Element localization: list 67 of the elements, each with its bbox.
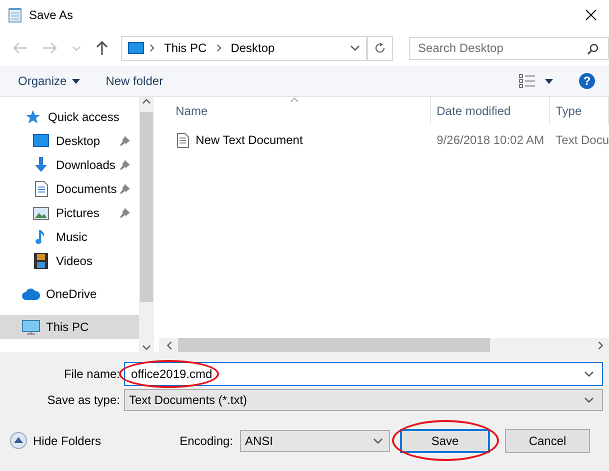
scroll-down-icon [142, 343, 151, 352]
search-field[interactable]: Search Desktop [409, 36, 609, 60]
sidebar-item[interactable]: This PC [0, 315, 139, 339]
document-icon [34, 181, 48, 197]
file-name-cell[interactable]: New Text Document [158, 132, 431, 148]
save-button[interactable]: Save [400, 428, 490, 452]
column-header[interactable]: Date modified [430, 97, 550, 124]
column-header[interactable]: Name [158, 97, 431, 124]
pin-icon [120, 136, 130, 146]
horizontal-scrollbar[interactable] [158, 338, 609, 352]
film-strip-icon [34, 253, 48, 269]
table-cell-text: 9/26/2018 10:02 AM [436, 133, 546, 147]
pin-icon [120, 160, 130, 170]
window-title: Save As [29, 8, 74, 22]
monitor-icon [33, 134, 49, 148]
pin-icon [120, 208, 130, 218]
sidebar-item[interactable]: Pictures [0, 201, 139, 225]
help-button[interactable]: ? [579, 73, 595, 89]
encoding-dropdown[interactable]: ANSI [240, 430, 390, 452]
chevron-down-icon [373, 436, 383, 446]
breadcrumb-item[interactable]: This PC [164, 41, 207, 55]
chevron-right-icon [214, 44, 223, 52]
download-arrow-icon [33, 157, 49, 173]
chevron-down-icon [584, 369, 594, 379]
up-arrow-icon[interactable] [95, 40, 109, 56]
caret-down-icon[interactable] [545, 78, 553, 84]
hide-folders-button[interactable]: Hide Folders [10, 432, 102, 449]
chevron-down-icon [584, 395, 594, 405]
field-label: File name: [62, 367, 120, 381]
toolbar-button[interactable]: New folder [98, 71, 170, 91]
sidebar-item[interactable]: Downloads [0, 153, 139, 177]
sidebar-item[interactable]: Videos [0, 249, 139, 273]
sidebar-item[interactable]: OneDrive [0, 282, 139, 306]
caret-down-icon [72, 78, 80, 84]
table-cell-text: Text Docu [554, 133, 609, 147]
scroll-right-icon [596, 340, 605, 350]
text-file-icon [176, 132, 189, 148]
monitor-icon [128, 42, 144, 54]
chevron-down-icon [350, 43, 360, 53]
picture-icon [33, 206, 49, 220]
computer-icon [22, 320, 40, 334]
scroll-up-icon [142, 97, 151, 106]
star-icon [25, 109, 41, 125]
collapse-icon [10, 432, 27, 449]
close-icon[interactable] [585, 9, 597, 21]
field-label: Save as type: [46, 393, 120, 407]
sidebar-item[interactable]: Desktop [0, 129, 139, 153]
refresh-icon[interactable] [374, 42, 386, 54]
search-icon [587, 42, 599, 54]
sidebar-item[interactable]: Music [0, 225, 139, 249]
music-note-icon [35, 229, 47, 245]
breadcrumb-item[interactable]: Desktop [230, 41, 275, 55]
scroll-left-icon [164, 340, 174, 350]
cloud-icon [22, 288, 40, 300]
sidebar-item[interactable]: Quick access [0, 105, 139, 129]
file-type-dropdown[interactable]: Text Documents (*.txt) [124, 389, 603, 411]
notepad-icon [8, 7, 22, 23]
organize-menu-button[interactable]: Organize [11, 71, 87, 91]
column-header[interactable]: Type [550, 97, 609, 124]
chevron-right-icon [148, 44, 156, 52]
view-options-icon[interactable] [519, 74, 535, 88]
vertical-scrollbar[interactable] [138, 97, 154, 352]
pin-icon [120, 184, 130, 194]
sidebar-item[interactable]: Documents [0, 177, 139, 201]
cancel-button[interactable]: Cancel [505, 428, 590, 452]
address-bar[interactable]: This PC Desktop [121, 36, 367, 60]
field-label: Encoding: [180, 434, 233, 448]
